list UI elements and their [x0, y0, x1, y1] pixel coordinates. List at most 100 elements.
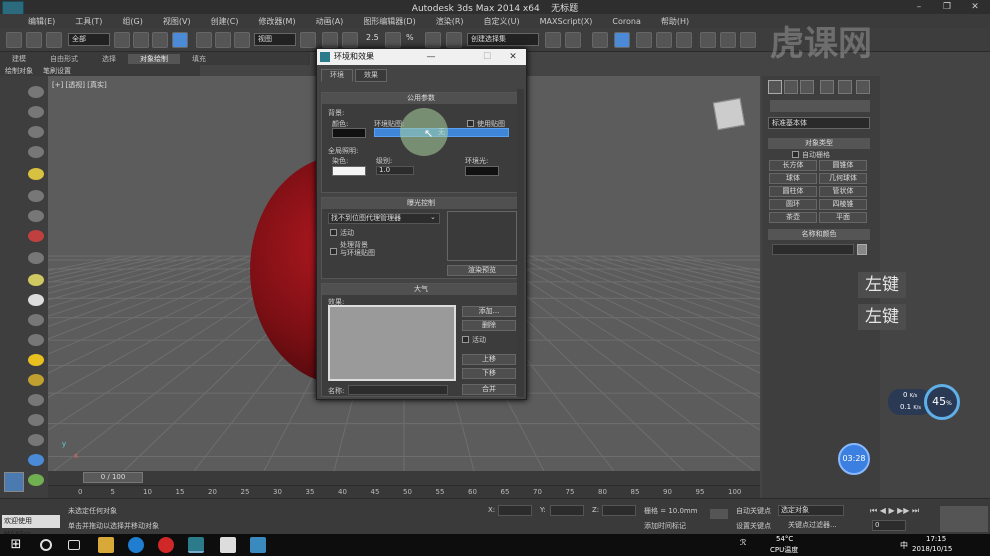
playback-controls[interactable]: ⏮ ◀ ▶ ▶▶ ⏭	[870, 506, 930, 516]
ambient-color-swatch[interactable]	[465, 166, 499, 176]
ribbon-sub-paint-objects[interactable]: 绘制对象	[0, 66, 38, 76]
3dsmax-taskbar-icon[interactable]	[188, 537, 204, 553]
hierarchy-tab-icon[interactable]	[800, 80, 814, 94]
app-icon[interactable]	[250, 537, 266, 553]
manipulate-icon[interactable]	[322, 32, 338, 48]
tool-icon[interactable]	[28, 126, 44, 138]
effects-list[interactable]	[328, 305, 456, 381]
select-scale-icon[interactable]	[234, 32, 250, 48]
record-timer[interactable]: 03:28	[838, 443, 870, 475]
menu-maxscript[interactable]: MAXScript(X)	[540, 17, 593, 26]
file-explorer-icon[interactable]	[98, 537, 114, 553]
material-editor-icon[interactable]	[676, 32, 692, 48]
menu-customize[interactable]: 自定义(U)	[484, 16, 520, 27]
menu-animation[interactable]: 动画(A)	[316, 16, 344, 27]
torus-button[interactable]: 圆环	[769, 199, 817, 210]
curve-editor-icon[interactable]	[636, 32, 652, 48]
teapot-button[interactable]: 茶壶	[769, 212, 817, 223]
menu-create[interactable]: 创建(C)	[211, 16, 239, 27]
pyramid-button[interactable]: 四棱锥	[819, 199, 867, 210]
ribbon-sub-brush-settings[interactable]: 笔刷设置	[38, 66, 76, 76]
add-effect-button[interactable]: 添加...	[462, 306, 516, 317]
keyboard-shortcut-icon[interactable]	[342, 32, 358, 48]
menu-help[interactable]: 帮助(H)	[661, 16, 689, 27]
create-tab-icon[interactable]	[768, 80, 782, 94]
ribbon-tab-object-paint[interactable]: 对象绘制	[128, 53, 180, 64]
view-cube-icon[interactable]	[712, 97, 746, 131]
clock-time[interactable]: 17:15	[926, 535, 946, 543]
selection-filter-dropdown[interactable]: 全部	[68, 33, 110, 46]
layer-manager-icon[interactable]	[592, 32, 608, 48]
sphere-button[interactable]: 球体	[769, 173, 817, 184]
tool-icon[interactable]	[28, 86, 44, 98]
percent-snap[interactable]: %	[406, 33, 414, 42]
exposure-active-checkbox[interactable]	[330, 229, 337, 236]
exposure-header[interactable]: 曝光控制	[322, 198, 520, 209]
tab-effects[interactable]: 效果	[355, 69, 387, 82]
common-params-header[interactable]: 公用参数	[322, 93, 520, 104]
named-selection-sets-dropdown[interactable]: 创建选择集	[467, 33, 539, 46]
browser-icon[interactable]	[158, 537, 174, 553]
select-by-name-icon[interactable]	[133, 32, 149, 48]
modify-tab-icon[interactable]	[784, 80, 798, 94]
category-icons[interactable]	[770, 100, 870, 112]
merge-button[interactable]: 合并	[462, 384, 516, 395]
current-frame-field[interactable]: 0	[872, 520, 906, 531]
rect-selection-icon[interactable]	[152, 32, 168, 48]
background-color-swatch[interactable]	[332, 128, 366, 138]
time-slider[interactable]: 0 / 100	[48, 471, 760, 485]
y-coord-field[interactable]	[550, 505, 584, 516]
key-mode-icon[interactable]	[710, 509, 728, 519]
window-crossing-icon[interactable]	[172, 32, 188, 48]
ime-indicator[interactable]: 中	[900, 540, 908, 551]
motion-tab-icon[interactable]	[820, 80, 834, 94]
tool-icon[interactable]	[28, 334, 44, 346]
tool-icon[interactable]	[28, 454, 44, 466]
x-coord-field[interactable]	[498, 505, 532, 516]
maximize-button[interactable]: ❐	[933, 0, 961, 14]
light-icon[interactable]	[28, 168, 44, 180]
use-map-checkbox[interactable]	[467, 120, 474, 127]
close-button[interactable]: ✕	[961, 0, 989, 14]
ribbon-tab-selection[interactable]: 选择	[90, 54, 128, 64]
dialog-scrollbar[interactable]	[517, 89, 524, 397]
tool-icon[interactable]	[28, 210, 44, 222]
menu-graph-editors[interactable]: 图形编辑器(D)	[363, 16, 415, 27]
render-setup-icon[interactable]	[700, 32, 716, 48]
dialog-close-button[interactable]: ✕	[503, 49, 523, 65]
chevron-down-icon[interactable]: ⌄	[430, 213, 436, 221]
menu-modifiers[interactable]: 修改器(M)	[258, 16, 295, 27]
render-production-icon[interactable]	[740, 32, 756, 48]
name-color-header[interactable]: 名称和颜色	[768, 229, 870, 240]
ribbon-tab-populate[interactable]: 填充	[180, 54, 218, 64]
menu-views[interactable]: 视图(V)	[163, 16, 191, 27]
tool-icon[interactable]	[28, 294, 44, 306]
menu-group[interactable]: 组(G)	[122, 16, 142, 27]
delete-effect-button[interactable]: 删除	[462, 320, 516, 331]
minimize-button[interactable]: –	[905, 0, 933, 14]
plane-button[interactable]: 平面	[819, 212, 867, 223]
tool-icon[interactable]	[28, 434, 44, 446]
pivot-icon[interactable]	[300, 32, 316, 48]
add-time-tag[interactable]: 添加时间标记	[644, 521, 686, 531]
tool-icon[interactable]	[28, 230, 44, 242]
auto-grid-checkbox[interactable]	[792, 151, 799, 158]
set-key-label[interactable]: 设置关键点	[736, 521, 771, 531]
spinner-snap-icon[interactable]	[425, 32, 441, 48]
tab-environment[interactable]: 环境	[321, 69, 353, 82]
primitive-type-dropdown[interactable]: 标准基本体	[768, 117, 870, 129]
viewport-label[interactable]: [+] [透视] [真实]	[52, 80, 107, 90]
effect-name-field[interactable]	[348, 385, 448, 395]
cone-button[interactable]: 圆锥体	[819, 160, 867, 171]
track-bar[interactable]: 0 5 10 15 20 25 30 35 40 45 50 55 60 65 70 75 80 85 90 95 10…	[48, 485, 760, 498]
snap-toggle[interactable]: 2.5	[366, 33, 379, 42]
select-move-icon[interactable]	[196, 32, 212, 48]
tool-icon[interactable]	[28, 190, 44, 202]
link-icon[interactable]	[6, 32, 22, 48]
z-coord-field[interactable]	[602, 505, 636, 516]
edit-named-sel-icon[interactable]	[446, 32, 462, 48]
tool-icon[interactable]	[28, 146, 44, 158]
viewport-nav-icons[interactable]	[940, 506, 988, 532]
tool-icon[interactable]	[28, 314, 44, 326]
exposure-type-dropdown[interactable]: 找不到位图代理管理器	[328, 213, 440, 224]
